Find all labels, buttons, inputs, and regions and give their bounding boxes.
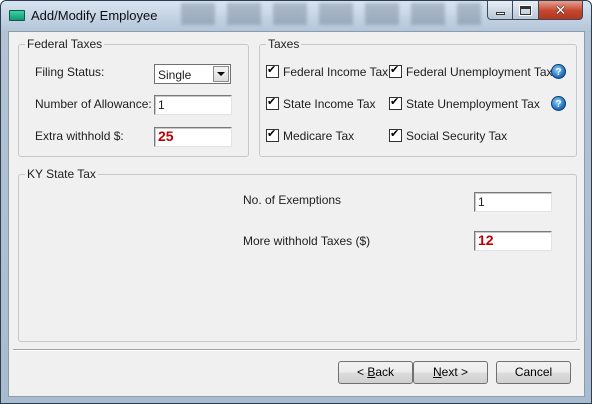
federal-income-tax-label[interactable]: Federal Income Tax (283, 65, 388, 79)
exemptions-label: No. of Exemptions (243, 193, 342, 207)
taxes-legend: Taxes (268, 37, 300, 51)
employee-dialog-window: Add/Modify Employee ✕ Federal Taxes Fili… (0, 0, 592, 404)
social-security-tax-label[interactable]: Social Security Tax (406, 129, 507, 143)
medicare-tax-checkbox[interactable] (266, 127, 279, 142)
minimize-icon (495, 11, 505, 15)
filing-status-select[interactable]: Single (154, 64, 231, 84)
back-button-prefix: < (356, 365, 368, 379)
button-separator (13, 349, 580, 351)
chevron-down-icon (217, 72, 225, 76)
next-button-accesskey: N (432, 365, 442, 379)
next-button-text: ext > (441, 365, 469, 379)
close-icon: ✕ (554, 2, 567, 18)
social-security-tax-checkbox[interactable] (389, 127, 402, 142)
filing-status-label: Filing Status: (35, 65, 105, 79)
next-button[interactable]: Next > (413, 361, 488, 384)
medicare-tax-label[interactable]: Medicare Tax (283, 129, 354, 143)
more-withhold-label: More withhold Taxes ($) (243, 234, 371, 248)
exemptions-input[interactable]: 1 (474, 192, 552, 212)
back-button[interactable]: < Back (338, 361, 413, 384)
extra-withhold-input[interactable]: 25 (154, 127, 232, 147)
federal-income-tax-checkbox[interactable] (266, 63, 279, 78)
federal-unemployment-tax-label[interactable]: Federal Unemployment Tax (406, 65, 553, 79)
filing-status-value: Single (158, 68, 192, 82)
app-icon (9, 10, 25, 21)
federal-unemployment-tax-checkbox[interactable] (389, 63, 402, 78)
more-withhold-input[interactable]: 12 (474, 231, 552, 251)
caption-buttons: ✕ (487, 1, 583, 20)
state-unemployment-tax-checkbox[interactable] (389, 95, 402, 110)
maximize-icon (519, 4, 532, 16)
allowance-label: Number of Allowance: (35, 97, 152, 111)
dialog-client-area: Federal Taxes Filing Status: Single Numb… (8, 31, 585, 397)
state-income-tax-label[interactable]: State Income Tax (283, 97, 376, 111)
state-unemployment-tax-label[interactable]: State Unemployment Tax (406, 97, 540, 111)
cancel-button[interactable]: Cancel (496, 361, 571, 384)
maximize-button[interactable] (513, 1, 539, 20)
extra-withhold-label: Extra withhold $: (35, 129, 124, 143)
window-title: Add/Modify Employee (31, 8, 158, 23)
title-bar[interactable]: Add/Modify Employee ✕ (1, 1, 591, 31)
federal-unemployment-help-icon[interactable]: ? (551, 64, 566, 79)
close-button[interactable]: ✕ (539, 1, 583, 20)
back-button-text: ack (375, 365, 395, 379)
minimize-button[interactable] (487, 1, 513, 20)
state-unemployment-help-icon[interactable]: ? (551, 96, 566, 111)
allowance-input[interactable]: 1 (154, 95, 232, 115)
federal-taxes-legend: Federal Taxes (27, 37, 103, 51)
state-tax-legend: KY State Tax (27, 167, 96, 181)
state-income-tax-checkbox[interactable] (266, 95, 279, 110)
filing-status-dropdown-button[interactable] (213, 66, 229, 82)
title-bar-background-blur (181, 3, 481, 25)
